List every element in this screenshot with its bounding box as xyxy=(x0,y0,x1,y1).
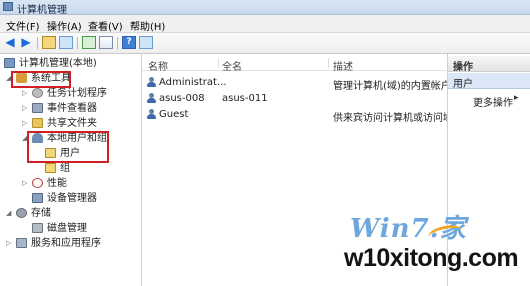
table-row[interactable]: asus-008 asus-011 xyxy=(142,91,446,106)
tree-item-event-viewer[interactable]: ▷ 事件查看器 xyxy=(2,102,140,116)
actions-header: 操作 xyxy=(448,56,530,73)
highlight-box-local-users xyxy=(27,131,109,163)
toolbar-separator xyxy=(37,37,38,49)
show-hide-action-pane-icon[interactable] xyxy=(139,36,153,49)
folder-icon xyxy=(45,163,56,173)
menu-action[interactable]: 操作(A) xyxy=(47,18,82,33)
column-header-name[interactable]: 名称 xyxy=(148,58,168,73)
tree-item-performance[interactable]: ▷ 性能 xyxy=(2,177,140,191)
column-header-description[interactable]: 描述 xyxy=(333,58,353,73)
tree-item-root[interactable]: 计算机管理(本地) xyxy=(2,57,140,71)
tree-item-groups[interactable]: 组 xyxy=(2,162,140,176)
window-title: 计算机管理 xyxy=(17,5,67,16)
services-icon xyxy=(16,238,27,248)
computer-management-icon xyxy=(3,2,13,11)
chevron-right-icon[interactable]: ▸ xyxy=(514,93,519,103)
menu-help[interactable]: 帮助(H) xyxy=(130,18,165,33)
expand-arrow-icon[interactable]: ▷ xyxy=(22,117,28,130)
list-header: 名称 全名 描述 xyxy=(142,56,446,73)
collapse-arrow-icon[interactable]: ◢ xyxy=(6,207,12,220)
more-actions-link[interactable]: 更多操作 xyxy=(473,94,513,109)
menu-view[interactable]: 查看(V) xyxy=(88,18,123,33)
back-arrow-icon[interactable]: ◀ xyxy=(3,36,17,49)
shared-folder-icon xyxy=(32,118,43,128)
up-folder-icon[interactable] xyxy=(42,36,56,49)
table-row[interactable]: Administrat... 管理计算机(域)的内置帐户 xyxy=(142,75,451,92)
user-icon xyxy=(146,93,156,104)
clock-icon xyxy=(32,88,43,98)
show-hide-tree-icon[interactable] xyxy=(59,36,73,49)
user-icon xyxy=(146,109,156,120)
tree-item-storage[interactable]: ◢ 存储 xyxy=(2,207,140,221)
tree-item-disk-management[interactable]: 磁盘管理 xyxy=(2,222,140,236)
refresh-icon[interactable] xyxy=(82,36,96,49)
column-separator[interactable] xyxy=(218,58,219,68)
toolbar-separator xyxy=(77,37,78,49)
column-separator[interactable] xyxy=(328,58,329,68)
column-header-fullname[interactable]: 全名 xyxy=(222,58,242,73)
disk-icon xyxy=(32,223,43,233)
site-watermark: Win7.家 w10xitong.com xyxy=(344,208,526,282)
menu-file[interactable]: 文件(F) xyxy=(6,18,40,33)
highlight-box-system-tools xyxy=(11,71,71,88)
console-tree: 计算机管理(本地) ◢ 系统工具 ▷ 任务计划程序 ▷ 事件查看器 ▷ 共享文件… xyxy=(0,54,142,286)
computer-icon xyxy=(4,58,15,68)
help-icon[interactable]: ? xyxy=(122,36,136,49)
event-log-icon xyxy=(32,103,43,113)
performance-icon xyxy=(32,178,43,188)
device-manager-icon xyxy=(32,193,43,203)
expand-arrow-icon[interactable]: ▷ xyxy=(22,87,28,100)
tree-item-services-apps[interactable]: ▷ 服务和应用程序 xyxy=(2,237,140,251)
storage-icon xyxy=(16,208,27,218)
expand-arrow-icon[interactable]: ▷ xyxy=(22,102,28,115)
tree-item-task-scheduler[interactable]: ▷ 任务计划程序 xyxy=(2,87,140,101)
user-icon xyxy=(146,77,156,88)
watermark-url: w10xitong.com xyxy=(344,244,519,272)
export-list-icon[interactable] xyxy=(99,36,113,49)
toolbar-separator xyxy=(117,37,118,49)
title-bar: 计算机管理 xyxy=(0,0,530,16)
toolbar: ◀ ▶ ? xyxy=(0,33,530,54)
expand-arrow-icon[interactable]: ▷ xyxy=(6,237,12,250)
forward-arrow-icon[interactable]: ▶ xyxy=(19,36,33,49)
tree-item-device-manager[interactable]: 设备管理器 xyxy=(2,192,140,206)
tree-item-shared-folders[interactable]: ▷ 共享文件夹 xyxy=(2,117,140,131)
expand-arrow-icon[interactable]: ▷ xyxy=(22,177,28,190)
actions-section-users[interactable]: 用户 xyxy=(448,73,530,90)
menu-bar: 文件(F) 操作(A) 查看(V) 帮助(H) xyxy=(0,15,530,33)
table-row[interactable]: Guest 供来宾访问计算机或访问域 xyxy=(142,107,453,124)
